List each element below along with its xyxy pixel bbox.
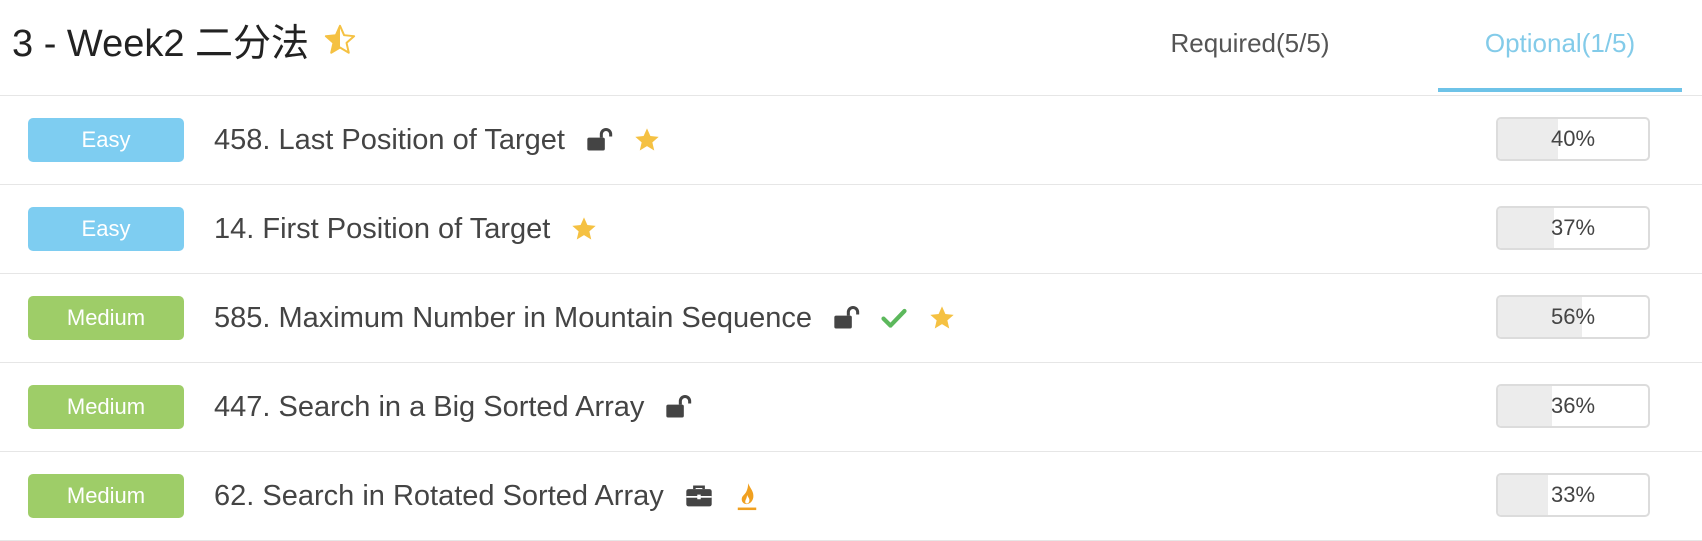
acceptance-rate-label: 40% xyxy=(1550,126,1596,151)
problem-title-group: 585. Maximum Number in Mountain Sequence xyxy=(214,274,976,362)
unlock-icon xyxy=(585,126,613,154)
problem-title-link[interactable]: 447. Search in a Big Sorted Array xyxy=(214,391,644,424)
star-icon xyxy=(633,126,661,154)
problem-title-link[interactable]: 585. Maximum Number in Mountain Sequence xyxy=(214,302,812,335)
problem-icons xyxy=(832,304,976,332)
briefcase-icon xyxy=(684,482,714,510)
tab-required-label: Required(5/5) xyxy=(1170,28,1330,58)
problem-title-group: 14. First Position of Target xyxy=(214,185,618,273)
header: 3 - Week2 二分法 Required(5/5) Optional(1/5… xyxy=(0,0,1702,96)
tab-optional[interactable]: Optional(1/5) xyxy=(1438,28,1682,92)
problem-icons xyxy=(684,481,780,511)
star-icon xyxy=(928,304,956,332)
problem-title-group: 458. Last Position of Target xyxy=(214,96,681,184)
difficulty-label: Medium xyxy=(66,483,146,508)
acceptance-rate-bar: 40% xyxy=(1496,117,1650,161)
unlock-icon xyxy=(664,393,692,421)
flame-icon xyxy=(734,481,760,511)
acceptance-rate-bar: 36% xyxy=(1496,384,1650,428)
problem-row[interactable]: Easy 458. Last Position of Target 40% xyxy=(0,96,1702,185)
difficulty-label: Medium xyxy=(66,305,146,330)
problem-title-link[interactable]: 458. Last Position of Target xyxy=(214,124,565,157)
difficulty-badge: Easy xyxy=(28,118,184,162)
difficulty-label: Medium xyxy=(66,394,146,419)
difficulty-badge: Medium xyxy=(28,296,184,340)
difficulty-badge: Easy xyxy=(28,207,184,251)
unlock-icon xyxy=(832,304,860,332)
difficulty-badge: Medium xyxy=(28,385,184,429)
difficulty-badge: Medium xyxy=(28,474,184,518)
difficulty-label: Easy xyxy=(81,127,131,152)
favorite-star-icon[interactable] xyxy=(323,23,357,57)
problem-list: Easy 458. Last Position of Target 40% Ea… xyxy=(0,96,1702,541)
problem-title-group: 447. Search in a Big Sorted Array xyxy=(214,363,712,451)
problem-title-link[interactable]: 14. First Position of Target xyxy=(214,213,550,246)
page-title-text: 3 - Week2 二分法 xyxy=(12,23,310,65)
acceptance-rate-bar: 56% xyxy=(1496,295,1650,339)
tab-required[interactable]: Required(5/5) xyxy=(1120,28,1380,92)
problem-title-group: 62. Search in Rotated Sorted Array xyxy=(214,452,780,540)
problem-title-link[interactable]: 62. Search in Rotated Sorted Array xyxy=(214,480,664,513)
problem-row[interactable]: Medium 585. Maximum Number in Mountain S… xyxy=(0,274,1702,363)
acceptance-rate-label: 56% xyxy=(1550,304,1596,329)
problem-row[interactable]: Medium 62. Search in Rotated Sorted Arra… xyxy=(0,452,1702,541)
problem-icons xyxy=(664,393,712,421)
star-icon xyxy=(570,215,598,243)
acceptance-rate-bar: 37% xyxy=(1496,206,1650,250)
problem-row[interactable]: Easy 14. First Position of Target 37% xyxy=(0,185,1702,274)
acceptance-rate-bar: 33% xyxy=(1496,473,1650,517)
tab-optional-label: Optional(1/5) xyxy=(1484,28,1636,58)
problem-row[interactable]: Medium 447. Search in a Big Sorted Array… xyxy=(0,363,1702,452)
acceptance-rate-label: 37% xyxy=(1550,215,1596,240)
difficulty-label: Easy xyxy=(81,216,131,241)
acceptance-rate-label: 33% xyxy=(1550,482,1596,507)
page-title: 3 - Week2 二分法 xyxy=(12,12,357,67)
acceptance-rate-label: 36% xyxy=(1550,393,1596,418)
problem-icons xyxy=(570,215,618,243)
check-icon xyxy=(880,304,908,332)
problem-icons xyxy=(585,126,681,154)
